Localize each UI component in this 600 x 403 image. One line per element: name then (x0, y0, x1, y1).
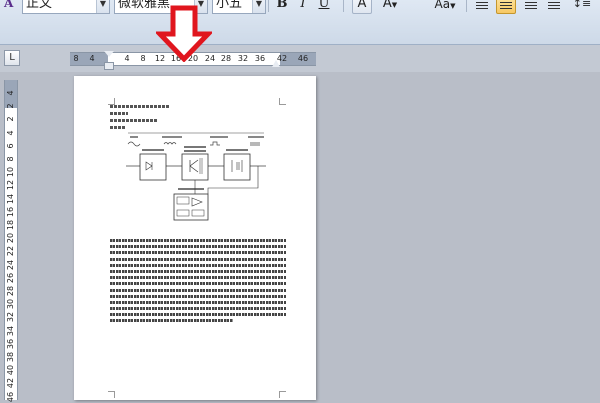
char-border-button[interactable]: A (352, 0, 372, 14)
document-text-line (110, 112, 128, 115)
ruler-tick-label: 2 (6, 103, 15, 109)
paragraph-line (110, 313, 286, 317)
right-indent-marker[interactable] (272, 60, 280, 67)
paragraph-line (110, 282, 286, 286)
paragraph-line (110, 288, 286, 292)
ruler-tick-label: 8 (6, 156, 15, 162)
justify-icon (548, 0, 560, 9)
ruler-tick-label: 12 (6, 180, 15, 191)
align-center-button[interactable] (496, 0, 516, 14)
circuit-diagram-figure[interactable] (124, 130, 268, 224)
size-combo[interactable]: 小五 ▼ (212, 0, 266, 14)
document-text-line (110, 126, 126, 129)
toolbar-separator (268, 0, 269, 12)
align-left-button[interactable] (472, 0, 492, 14)
toolbar-separator (343, 0, 344, 12)
ruler-tick-label: 22 (6, 246, 15, 257)
ruler-tick-label: 14 (6, 193, 15, 204)
ruler-tick-label: 36 (6, 338, 15, 349)
paragraph-line (110, 251, 286, 255)
ruler-tick-label: 2 (6, 116, 15, 122)
ruler-tick-label: 4 (124, 54, 130, 63)
paragraph-line (110, 276, 286, 280)
ruler-tick-label: 40 (6, 365, 15, 376)
paragraph-line (110, 245, 286, 249)
vertical-ruler[interactable]: 4 2 2 4 6 8 10 12 14 16 18 20 22 24 26 28 30 32 34 36 38 40 42… (4, 80, 18, 402)
ruler-bar: L 8 4 4 8 12 16 20 24 28 32 36 42 46 (0, 45, 600, 72)
paragraph-line (110, 263, 286, 267)
ruler-tick-label: 42 (6, 378, 15, 389)
ruler-tick-label: 16 (6, 206, 15, 217)
change-case-label: Aa (434, 0, 451, 11)
crop-mark (108, 391, 115, 398)
ruler-tick-label: 28 (6, 285, 15, 297)
document-body-paragraph (110, 239, 286, 326)
paragraph-line (110, 319, 234, 323)
ruler-tick-label: 4 (6, 130, 15, 136)
ruler-tick-label: 30 (6, 299, 15, 310)
crop-mark (279, 98, 286, 105)
text-effect-label: A (382, 0, 392, 11)
line-spacing-button[interactable]: ↕≡ (568, 0, 596, 14)
italic-button[interactable]: I (293, 0, 313, 14)
ruler-tick-label: 36 (254, 54, 266, 63)
crop-mark (108, 98, 115, 105)
document-text-line (110, 119, 158, 122)
paragraph-line (110, 269, 286, 273)
first-line-indent-marker[interactable] (104, 51, 114, 57)
styles-icon[interactable]: A (4, 0, 22, 14)
align-right-button[interactable] (520, 0, 540, 14)
text-effect-button[interactable]: A▼ (376, 0, 404, 14)
left-indent-marker[interactable] (104, 62, 114, 70)
justify-button[interactable] (544, 0, 564, 14)
ruler-tick-label: 18 (6, 219, 15, 231)
ruler-tick-label: 34 (6, 325, 15, 336)
paragraph-line (110, 307, 286, 311)
ruler-tick-label: 46 (297, 54, 309, 63)
size-combo-value: 小五 (216, 0, 243, 11)
ruler-tick-label: 4 (89, 54, 95, 63)
ruler-tick-label: 20 (6, 233, 15, 244)
underline-button[interactable]: U (314, 0, 334, 14)
tab-selector-button[interactable]: L (4, 50, 20, 66)
crop-mark (279, 391, 286, 398)
ruler-tick-label: 6 (6, 143, 15, 149)
ruler-tick-label: 38 (6, 351, 15, 363)
style-combo-value: 正文 (26, 0, 53, 11)
change-case-button[interactable]: Aa▼ (430, 0, 460, 14)
toolbar-separator (466, 0, 467, 12)
ruler-tick-label: 32 (237, 54, 249, 63)
line-spacing-icon: ↕≡ (572, 0, 592, 10)
bold-button[interactable]: B (272, 0, 292, 14)
align-left-icon (476, 0, 488, 9)
align-right-icon (525, 0, 537, 9)
ruler-tick-label: 32 (6, 312, 15, 323)
ruler-tick-label: 8 (140, 54, 146, 63)
align-center-icon (500, 0, 512, 9)
document-heading-line (110, 105, 170, 108)
ruler-tick-label: 10 (6, 167, 15, 178)
chevron-down-icon[interactable]: ▼ (252, 0, 265, 13)
chevron-down-icon[interactable]: ▼ (96, 0, 109, 13)
chevron-down-icon: ▼ (391, 1, 398, 9)
paragraph-line (110, 239, 286, 242)
style-combo[interactable]: 正文 ▼ (22, 0, 110, 14)
paragraph-line (110, 300, 286, 304)
chevron-down-icon: ▼ (450, 2, 456, 10)
ruler-tick-label: 4 (6, 90, 15, 96)
ruler-tick-label: 24 (6, 259, 15, 270)
paragraph-line (110, 294, 286, 298)
ruler-tick-label: 26 (6, 272, 15, 283)
ribbon-toolbar: A 正文 ▼ 微软雅黑 ▼ 小五 ▼ B I U A A▼ Aa▼ ↕≡ (0, 0, 600, 45)
paragraph-line (110, 257, 286, 261)
ruler-tick-label: 28 (220, 54, 232, 63)
red-down-arrow-icon (156, 5, 212, 62)
ruler-tick-label: 46 (6, 391, 15, 402)
document-page[interactable] (74, 76, 316, 400)
ruler-tick-label: 8 (73, 54, 79, 63)
